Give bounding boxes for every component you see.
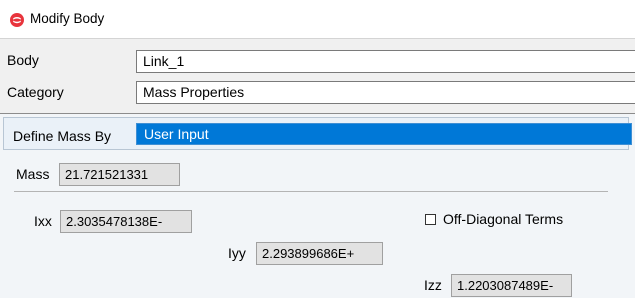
izz-field[interactable]: 1.2203087489E-	[451, 274, 572, 297]
define-mass-select[interactable]: User Input	[136, 123, 632, 145]
mass-label: Mass	[16, 166, 50, 182]
off-diagonal-checkbox[interactable]	[425, 214, 436, 225]
mass-field[interactable]: 21.721521331	[59, 163, 180, 186]
iyy-field[interactable]: 2.293899686E+	[256, 242, 383, 265]
body-label: Body	[7, 52, 39, 68]
mass-properties-panel: Define Mass By User Input Mass 21.721521…	[0, 113, 635, 298]
category-label: Category	[7, 84, 64, 100]
define-mass-label: Define Mass By	[13, 128, 112, 144]
category-field[interactable]: Mass Properties	[136, 81, 635, 104]
separator	[14, 191, 608, 192]
off-diagonal-label[interactable]: Off-Diagonal Terms	[443, 211, 563, 227]
ixx-field[interactable]: 2.3035478138E-	[60, 210, 192, 233]
ixx-label: Ixx	[34, 213, 52, 229]
body-field[interactable]: Link_1	[136, 50, 635, 73]
define-mass-row: Define Mass By User Input	[3, 117, 632, 150]
iyy-label: Iyy	[228, 245, 246, 261]
dialog-body: Body Link_1 Category Mass Properties Def…	[0, 38, 635, 298]
title-bar: Modify Body	[0, 0, 635, 38]
izz-label: Izz	[424, 277, 442, 293]
app-logo-icon	[10, 13, 24, 27]
window-title: Modify Body	[30, 11, 105, 26]
